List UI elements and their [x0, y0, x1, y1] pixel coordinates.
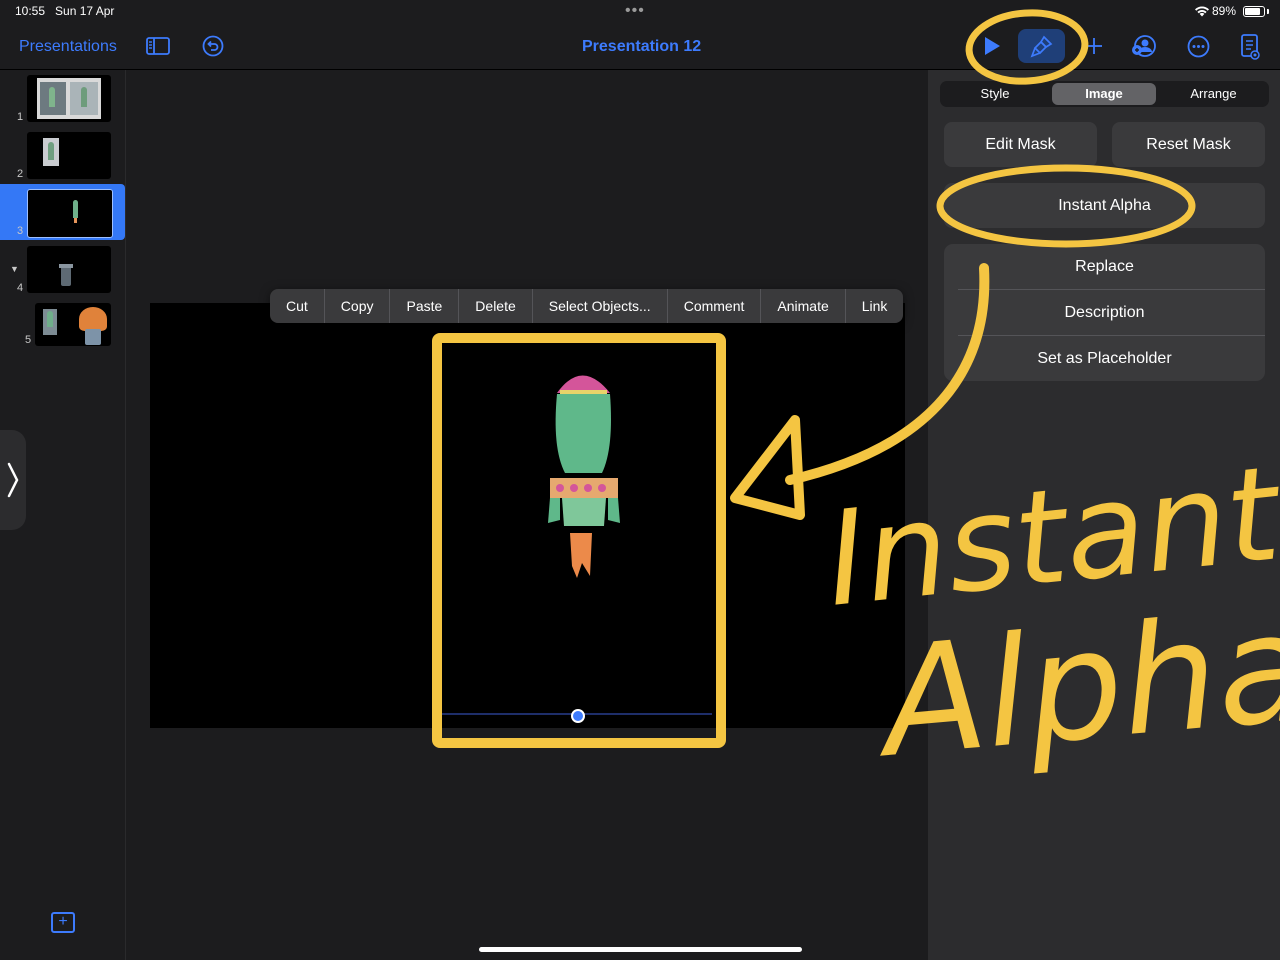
slide-thumbnail-4[interactable]: [27, 246, 111, 293]
context-menu: Cut Copy Paste Delete Select Objects... …: [270, 289, 904, 323]
document-setup-icon[interactable]: [1240, 34, 1260, 60]
undo-icon[interactable]: [202, 35, 224, 57]
reset-mask-button[interactable]: Reset Mask: [1112, 122, 1265, 167]
presentations-back-button[interactable]: Presentations: [19, 38, 117, 56]
replace-button[interactable]: Replace: [944, 244, 1265, 289]
menu-item-link[interactable]: Link: [846, 289, 904, 323]
chevron-right-icon: [7, 462, 19, 498]
multitasking-dots-icon[interactable]: •••: [625, 2, 645, 20]
tab-style[interactable]: Style: [942, 83, 1048, 105]
sidebar-icon[interactable]: [146, 37, 170, 55]
paintbrush-icon: [1030, 35, 1053, 58]
battery-percentage: 89%: [1212, 4, 1237, 18]
instant-alpha-button[interactable]: Instant Alpha: [944, 183, 1265, 228]
tab-image[interactable]: Image: [1052, 83, 1156, 105]
menu-item-delete[interactable]: Delete: [459, 289, 533, 323]
selected-image[interactable]: [432, 338, 714, 715]
slide-number: 1: [17, 111, 24, 123]
battery-icon: [1243, 6, 1265, 17]
slide-thumbnail-3[interactable]: [27, 189, 113, 238]
menu-item-copy[interactable]: Copy: [325, 289, 391, 323]
inspector-tabs: Style Image Arrange: [940, 81, 1269, 107]
menu-item-comment[interactable]: Comment: [668, 289, 762, 323]
collapse-disclosure-icon[interactable]: ▼: [10, 264, 19, 274]
image-options-list: Replace Description Set as Placeholder: [944, 244, 1265, 381]
status-bar: 10:55 Sun 17 Apr ••• 89%: [0, 0, 1280, 24]
slide-number: 2: [17, 168, 24, 180]
slide-number: 3: [17, 225, 24, 237]
status-date: Sun 17 Apr: [55, 4, 115, 18]
edit-mask-button[interactable]: Edit Mask: [944, 122, 1097, 167]
menu-item-select-objects[interactable]: Select Objects...: [533, 289, 668, 323]
format-button[interactable]: [1018, 29, 1065, 63]
add-slide-button[interactable]: +: [51, 912, 75, 933]
slide-number: 4: [17, 282, 24, 294]
slide-number: 5: [25, 334, 32, 346]
plus-icon[interactable]: [1084, 36, 1104, 56]
navigator-expand-handle[interactable]: [0, 430, 26, 530]
home-indicator[interactable]: [479, 947, 802, 952]
rocket-image: [434, 375, 712, 715]
menu-item-animate[interactable]: Animate: [761, 289, 846, 323]
tab-arrange[interactable]: Arrange: [1160, 83, 1267, 105]
status-time: 10:55 Sun 17 Apr: [15, 4, 115, 18]
play-icon[interactable]: [983, 36, 1001, 56]
resize-handle[interactable]: [571, 709, 585, 723]
menu-item-cut[interactable]: Cut: [270, 289, 325, 323]
menu-item-paste[interactable]: Paste: [390, 289, 460, 323]
collaborate-icon[interactable]: [1131, 34, 1159, 58]
slide-thumbnail-5[interactable]: [35, 303, 111, 346]
set-as-placeholder-button[interactable]: Set as Placeholder: [944, 336, 1265, 381]
battery-tip: [1267, 9, 1269, 14]
wifi-icon: [1195, 6, 1209, 17]
slide-thumbnail-1[interactable]: [27, 75, 111, 122]
description-button[interactable]: Description: [944, 290, 1265, 335]
slide-thumbnail-2[interactable]: [27, 132, 111, 179]
more-icon[interactable]: [1187, 35, 1210, 58]
document-title[interactable]: Presentation 12: [582, 38, 701, 56]
